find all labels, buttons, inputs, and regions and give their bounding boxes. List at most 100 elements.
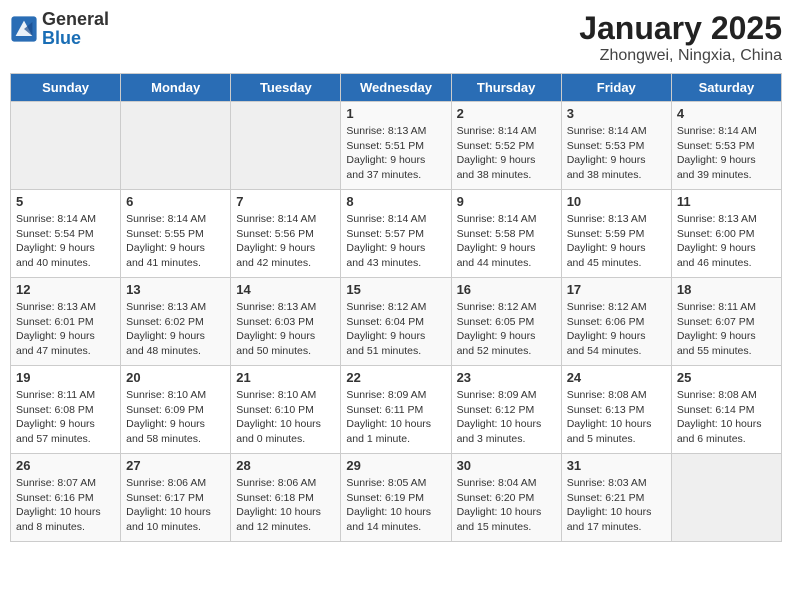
weekday-header-cell: Saturday — [671, 74, 781, 102]
calendar-week-row: 1 Sunrise: 8:13 AM Sunset: 5:51 PM Daylig… — [11, 102, 782, 190]
day-number: 31 — [567, 458, 666, 473]
day-number: 3 — [567, 106, 666, 121]
logo-blue-text: Blue — [42, 28, 81, 48]
calendar-cell — [231, 102, 341, 190]
day-info: Sunrise: 8:12 AM Sunset: 6:05 PM Dayligh… — [457, 300, 556, 359]
calendar-cell: 5 Sunrise: 8:14 AM Sunset: 5:54 PM Daylig… — [11, 190, 121, 278]
day-info: Sunrise: 8:12 AM Sunset: 6:04 PM Dayligh… — [346, 300, 445, 359]
calendar-cell: 6Sunrise: 8:14 AM Sunset: 5:55 PM Daylig… — [121, 190, 231, 278]
day-number: 7 — [236, 194, 335, 209]
day-number: 27 — [126, 458, 225, 473]
calendar-week-row: 12 Sunrise: 8:13 AM Sunset: 6:01 PM Dayli… — [11, 278, 782, 366]
day-info: Sunrise: 8:08 AM Sunset: 6:14 PM Dayligh… — [677, 388, 776, 447]
day-number: 11 — [677, 194, 776, 209]
logo-icon — [10, 15, 38, 43]
calendar-cell: 13 Sunrise: 8:13 AM Sunset: 6:02 PM Dayli… — [121, 278, 231, 366]
day-info: Sunrise: 8:11 AM Sunset: 6:07 PM Dayligh… — [677, 300, 776, 359]
day-number: 23 — [457, 370, 556, 385]
day-info: Sunrise: 8:14 AM Sunset: 5:56 PM Dayligh… — [236, 212, 335, 271]
calendar-cell: 19 Sunrise: 8:11 AM Sunset: 6:08 PM Dayli… — [11, 366, 121, 454]
calendar-subtitle: Zhongwei, Ningxia, China — [579, 47, 782, 65]
weekday-header-cell: Sunday — [11, 74, 121, 102]
day-info: Sunrise: 8:06 AM Sunset: 6:17 PM Dayligh… — [126, 476, 225, 535]
day-info: Sunrise: 8:14 AM Sunset: 5:57 PM Dayligh… — [346, 212, 445, 271]
calendar-body: 1 Sunrise: 8:13 AM Sunset: 5:51 PM Daylig… — [11, 102, 782, 542]
calendar-cell: 8 Sunrise: 8:14 AM Sunset: 5:57 PM Daylig… — [341, 190, 451, 278]
day-info: Sunrise: 8:13 AM Sunset: 6:02 PM Dayligh… — [126, 300, 225, 359]
day-number: 30 — [457, 458, 556, 473]
day-info: Sunrise: 8:14 AM Sunset: 5:55 PM Dayligh… — [126, 212, 225, 271]
calendar-cell: 11 Sunrise: 8:13 AM Sunset: 6:00 PM Dayli… — [671, 190, 781, 278]
day-info: Sunrise: 8:13 AM Sunset: 5:51 PM Dayligh… — [346, 124, 445, 183]
calendar-week-row: 26 Sunrise: 8:07 AM Sunset: 6:16 PM Dayli… — [11, 454, 782, 542]
day-info: Sunrise: 8:12 AM Sunset: 6:06 PM Dayligh… — [567, 300, 666, 359]
day-info: Sunrise: 8:11 AM Sunset: 6:08 PM Dayligh… — [16, 388, 115, 447]
day-info: Sunrise: 8:10 AM Sunset: 6:10 PM Dayligh… — [236, 388, 335, 447]
calendar-cell: 22Sunrise: 8:09 AM Sunset: 6:11 PM Dayli… — [341, 366, 451, 454]
day-info: Sunrise: 8:14 AM Sunset: 5:53 PM Dayligh… — [567, 124, 666, 183]
calendar-cell: 27 Sunrise: 8:06 AM Sunset: 6:17 PM Dayli… — [121, 454, 231, 542]
day-number: 4 — [677, 106, 776, 121]
day-number: 9 — [457, 194, 556, 209]
day-number: 19 — [16, 370, 115, 385]
header: General Blue January 2025 Zhongwei, Ning… — [10, 10, 782, 65]
day-number: 10 — [567, 194, 666, 209]
day-number: 2 — [457, 106, 556, 121]
calendar-cell — [121, 102, 231, 190]
calendar-cell: 18 Sunrise: 8:11 AM Sunset: 6:07 PM Dayli… — [671, 278, 781, 366]
calendar-cell: 29Sunrise: 8:05 AM Sunset: 6:19 PM Dayli… — [341, 454, 451, 542]
day-number: 28 — [236, 458, 335, 473]
day-number: 29 — [346, 458, 445, 473]
calendar-cell: 30 Sunrise: 8:04 AM Sunset: 6:20 PM Dayli… — [451, 454, 561, 542]
day-info: Sunrise: 8:09 AM Sunset: 6:12 PM Dayligh… — [457, 388, 556, 447]
calendar-cell: 7 Sunrise: 8:14 AM Sunset: 5:56 PM Daylig… — [231, 190, 341, 278]
day-info: Sunrise: 8:04 AM Sunset: 6:20 PM Dayligh… — [457, 476, 556, 535]
day-info: Sunrise: 8:13 AM Sunset: 6:00 PM Dayligh… — [677, 212, 776, 271]
day-number: 26 — [16, 458, 115, 473]
day-info: Sunrise: 8:13 AM Sunset: 6:03 PM Dayligh… — [236, 300, 335, 359]
calendar-cell: 24 Sunrise: 8:08 AM Sunset: 6:13 PM Dayli… — [561, 366, 671, 454]
calendar-cell: 10 Sunrise: 8:13 AM Sunset: 5:59 PM Dayli… — [561, 190, 671, 278]
calendar-cell: 9 Sunrise: 8:14 AM Sunset: 5:58 PM Daylig… — [451, 190, 561, 278]
weekday-header-cell: Thursday — [451, 74, 561, 102]
day-number: 20 — [126, 370, 225, 385]
day-info: Sunrise: 8:14 AM Sunset: 5:52 PM Dayligh… — [457, 124, 556, 183]
day-number: 15 — [346, 282, 445, 297]
calendar-cell: 1 Sunrise: 8:13 AM Sunset: 5:51 PM Daylig… — [341, 102, 451, 190]
day-number: 13 — [126, 282, 225, 297]
day-info: Sunrise: 8:13 AM Sunset: 5:59 PM Dayligh… — [567, 212, 666, 271]
day-info: Sunrise: 8:13 AM Sunset: 6:01 PM Dayligh… — [16, 300, 115, 359]
calendar-cell: 21Sunrise: 8:10 AM Sunset: 6:10 PM Dayli… — [231, 366, 341, 454]
day-number: 1 — [346, 106, 445, 121]
calendar-cell: 26 Sunrise: 8:07 AM Sunset: 6:16 PM Dayli… — [11, 454, 121, 542]
day-info: Sunrise: 8:08 AM Sunset: 6:13 PM Dayligh… — [567, 388, 666, 447]
day-number: 24 — [567, 370, 666, 385]
day-number: 18 — [677, 282, 776, 297]
day-number: 17 — [567, 282, 666, 297]
day-info: Sunrise: 8:06 AM Sunset: 6:18 PM Dayligh… — [236, 476, 335, 535]
calendar-cell: 23 Sunrise: 8:09 AM Sunset: 6:12 PM Dayli… — [451, 366, 561, 454]
calendar-week-row: 5 Sunrise: 8:14 AM Sunset: 5:54 PM Daylig… — [11, 190, 782, 278]
calendar-cell: 31 Sunrise: 8:03 AM Sunset: 6:21 PM Dayli… — [561, 454, 671, 542]
day-number: 12 — [16, 282, 115, 297]
calendar-cell: 15 Sunrise: 8:12 AM Sunset: 6:04 PM Dayli… — [341, 278, 451, 366]
day-info: Sunrise: 8:14 AM Sunset: 5:54 PM Dayligh… — [16, 212, 115, 271]
day-number: 8 — [346, 194, 445, 209]
weekday-header-cell: Friday — [561, 74, 671, 102]
calendar-cell: 3 Sunrise: 8:14 AM Sunset: 5:53 PM Daylig… — [561, 102, 671, 190]
calendar-week-row: 19 Sunrise: 8:11 AM Sunset: 6:08 PM Dayli… — [11, 366, 782, 454]
calendar-cell — [11, 102, 121, 190]
day-info: Sunrise: 8:14 AM Sunset: 5:58 PM Dayligh… — [457, 212, 556, 271]
calendar-cell — [671, 454, 781, 542]
day-info: Sunrise: 8:10 AM Sunset: 6:09 PM Dayligh… — [126, 388, 225, 447]
calendar-cell: 12 Sunrise: 8:13 AM Sunset: 6:01 PM Dayli… — [11, 278, 121, 366]
calendar-cell: 4Sunrise: 8:14 AM Sunset: 5:53 PM Daylig… — [671, 102, 781, 190]
day-number: 5 — [16, 194, 115, 209]
day-number: 22 — [346, 370, 445, 385]
day-number: 25 — [677, 370, 776, 385]
day-info: Sunrise: 8:07 AM Sunset: 6:16 PM Dayligh… — [16, 476, 115, 535]
calendar-cell: 2 Sunrise: 8:14 AM Sunset: 5:52 PM Daylig… — [451, 102, 561, 190]
day-info: Sunrise: 8:03 AM Sunset: 6:21 PM Dayligh… — [567, 476, 666, 535]
weekday-header-cell: Tuesday — [231, 74, 341, 102]
calendar-cell: 28 Sunrise: 8:06 AM Sunset: 6:18 PM Dayli… — [231, 454, 341, 542]
